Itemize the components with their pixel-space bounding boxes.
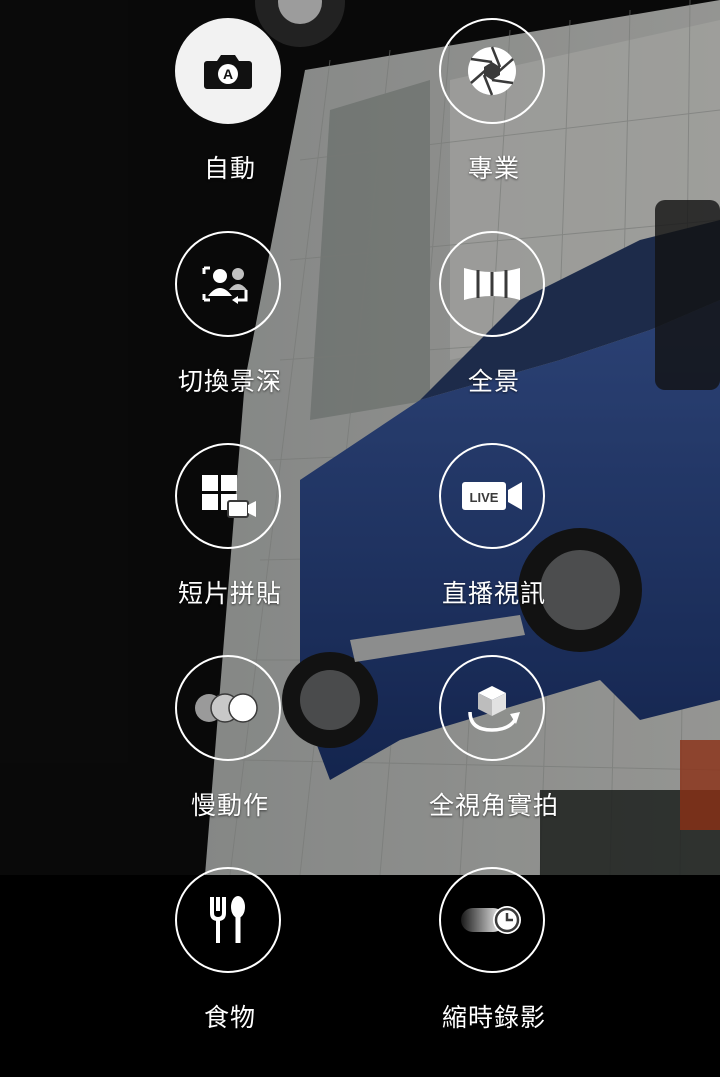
mode-auto[interactable]: A 自動 <box>110 18 350 228</box>
mode-food-label: 食物 <box>203 1003 256 1032</box>
mode-selective-focus[interactable]: 切換景深 <box>110 231 350 441</box>
aperture-icon <box>464 43 520 99</box>
panorama-icon <box>462 264 522 304</box>
mode-auto-label: 自動 <box>203 154 256 183</box>
mode-live-broadcast[interactable]: LIVE 直播視訊 <box>374 443 614 653</box>
mode-panorama[interactable]: 全景 <box>374 231 614 441</box>
mode-pro[interactable]: 專業 <box>374 18 614 228</box>
slow-motion-icon <box>193 690 263 726</box>
mode-surround-shot-button[interactable] <box>439 655 545 761</box>
mode-video-collage-label: 短片拼貼 <box>177 579 282 608</box>
food-icon <box>206 893 250 947</box>
mode-slow-motion-label: 慢動作 <box>190 791 269 820</box>
mode-pro-label: 專業 <box>467 154 520 183</box>
mode-pro-button[interactable] <box>439 18 545 124</box>
mode-slow-motion-button[interactable] <box>175 655 281 761</box>
mode-live-broadcast-button[interactable]: LIVE <box>439 443 545 549</box>
mode-hyperlapse-label: 縮時錄影 <box>441 1003 546 1032</box>
mode-slow-motion[interactable]: 慢動作 <box>110 655 350 865</box>
mode-hyperlapse[interactable]: 縮時錄影 <box>374 867 614 1077</box>
svg-text:A: A <box>223 66 233 82</box>
mode-video-collage-button[interactable] <box>175 443 281 549</box>
video-collage-icon <box>198 471 258 521</box>
auto-camera-icon: A <box>203 51 253 91</box>
mode-video-collage[interactable]: 短片拼貼 <box>110 443 350 653</box>
mode-panorama-label: 全景 <box>467 367 520 396</box>
surround-shot-icon <box>462 680 522 736</box>
mode-food[interactable]: 食物 <box>110 867 350 1077</box>
mode-selective-focus-button[interactable] <box>175 231 281 337</box>
mode-food-button[interactable] <box>175 867 281 973</box>
mode-surround-shot-label: 全視角實拍 <box>428 791 559 820</box>
mode-auto-button[interactable]: A <box>175 18 281 124</box>
mode-hyperlapse-button[interactable] <box>439 867 545 973</box>
mode-selective-focus-label: 切換景深 <box>177 367 282 396</box>
mode-surround-shot[interactable]: 全視角實拍 <box>374 655 614 865</box>
live-broadcast-icon: LIVE <box>460 478 524 514</box>
mode-live-broadcast-label: 直播視訊 <box>441 579 546 608</box>
hyperlapse-icon <box>459 900 525 940</box>
mode-panorama-button[interactable] <box>439 231 545 337</box>
selective-focus-icon <box>200 260 256 308</box>
svg-text:LIVE: LIVE <box>470 490 499 505</box>
